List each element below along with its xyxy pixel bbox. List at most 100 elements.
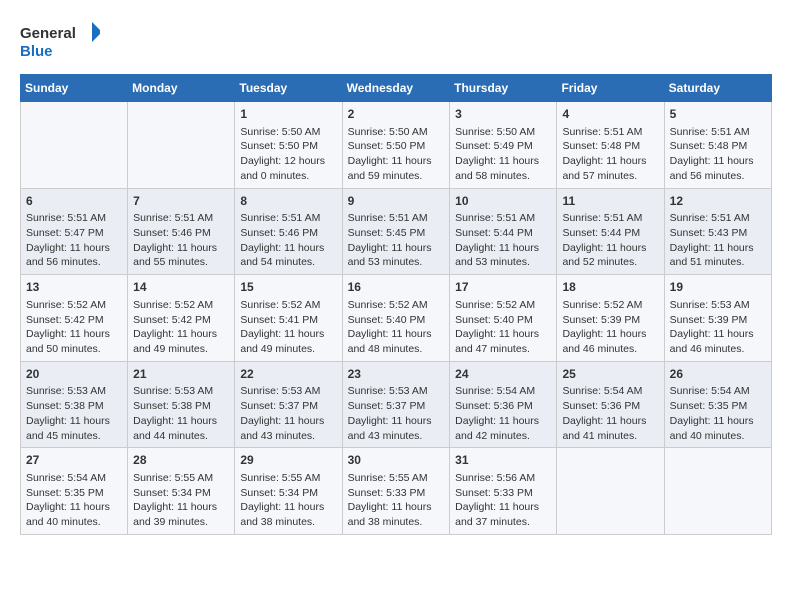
day-number: 20 (26, 366, 122, 383)
day-info: Sunset: 5:44 PM (455, 226, 551, 241)
day-info: Sunrise: 5:53 AM (348, 384, 445, 399)
calendar-cell: 6Sunrise: 5:51 AMSunset: 5:47 PMDaylight… (21, 188, 128, 275)
day-info: and 38 minutes. (348, 515, 445, 530)
day-info: Daylight: 11 hours (240, 414, 336, 429)
day-number: 9 (348, 193, 445, 210)
day-info: Sunrise: 5:51 AM (26, 211, 122, 226)
day-info: Sunset: 5:36 PM (562, 399, 658, 414)
day-number: 1 (240, 106, 336, 123)
day-info: and 40 minutes. (26, 515, 122, 530)
day-info: Sunset: 5:36 PM (455, 399, 551, 414)
day-info: Sunrise: 5:54 AM (670, 384, 766, 399)
day-info: Daylight: 11 hours (348, 327, 445, 342)
calendar-cell: 31Sunrise: 5:56 AMSunset: 5:33 PMDayligh… (450, 448, 557, 535)
week-row-5: 27Sunrise: 5:54 AMSunset: 5:35 PMDayligh… (21, 448, 772, 535)
calendar-cell: 5Sunrise: 5:51 AMSunset: 5:48 PMDaylight… (664, 102, 771, 189)
day-info: and 59 minutes. (348, 169, 445, 184)
day-info: and 43 minutes. (240, 429, 336, 444)
day-info: Sunrise: 5:52 AM (348, 298, 445, 313)
logo: General Blue (20, 20, 100, 64)
day-number: 3 (455, 106, 551, 123)
day-info: and 51 minutes. (670, 255, 766, 270)
day-info: Sunrise: 5:56 AM (455, 471, 551, 486)
day-number: 5 (670, 106, 766, 123)
day-info: Sunset: 5:34 PM (240, 486, 336, 501)
day-info: Sunset: 5:39 PM (562, 313, 658, 328)
day-info: Sunset: 5:48 PM (562, 139, 658, 154)
day-info: and 50 minutes. (26, 342, 122, 357)
day-info: Daylight: 11 hours (240, 241, 336, 256)
day-info: and 37 minutes. (455, 515, 551, 530)
day-info: Sunrise: 5:53 AM (26, 384, 122, 399)
day-info: Sunrise: 5:52 AM (562, 298, 658, 313)
day-number: 25 (562, 366, 658, 383)
day-info: Daylight: 11 hours (670, 241, 766, 256)
day-info: Sunrise: 5:51 AM (455, 211, 551, 226)
day-info: Daylight: 11 hours (348, 414, 445, 429)
day-info: Sunrise: 5:54 AM (562, 384, 658, 399)
day-number: 30 (348, 452, 445, 469)
day-info: Daylight: 11 hours (26, 500, 122, 515)
header-cell-saturday: Saturday (664, 75, 771, 102)
day-info: Sunrise: 5:51 AM (562, 125, 658, 140)
calendar-cell: 24Sunrise: 5:54 AMSunset: 5:36 PMDayligh… (450, 361, 557, 448)
day-info: and 45 minutes. (26, 429, 122, 444)
calendar-cell: 4Sunrise: 5:51 AMSunset: 5:48 PMDaylight… (557, 102, 664, 189)
day-info: Sunset: 5:33 PM (348, 486, 445, 501)
week-row-3: 13Sunrise: 5:52 AMSunset: 5:42 PMDayligh… (21, 275, 772, 362)
day-info: Sunset: 5:40 PM (348, 313, 445, 328)
calendar-cell: 28Sunrise: 5:55 AMSunset: 5:34 PMDayligh… (128, 448, 235, 535)
day-info: Sunset: 5:39 PM (670, 313, 766, 328)
day-number: 15 (240, 279, 336, 296)
day-info: Daylight: 11 hours (455, 241, 551, 256)
day-info: Daylight: 11 hours (562, 414, 658, 429)
day-info: Daylight: 11 hours (348, 241, 445, 256)
day-info: Sunrise: 5:52 AM (133, 298, 229, 313)
day-info: and 39 minutes. (133, 515, 229, 530)
day-info: Sunrise: 5:52 AM (240, 298, 336, 313)
day-info: Daylight: 11 hours (133, 414, 229, 429)
calendar-cell: 2Sunrise: 5:50 AMSunset: 5:50 PMDaylight… (342, 102, 450, 189)
day-info: and 0 minutes. (240, 169, 336, 184)
day-number: 4 (562, 106, 658, 123)
day-info: Sunrise: 5:55 AM (240, 471, 336, 486)
header-cell-monday: Monday (128, 75, 235, 102)
day-info: Sunset: 5:33 PM (455, 486, 551, 501)
svg-text:General: General (20, 25, 76, 42)
day-info: Sunset: 5:50 PM (348, 139, 445, 154)
day-info: and 38 minutes. (240, 515, 336, 530)
day-info: and 46 minutes. (670, 342, 766, 357)
day-number: 29 (240, 452, 336, 469)
day-info: and 44 minutes. (133, 429, 229, 444)
day-info: Sunset: 5:38 PM (133, 399, 229, 414)
day-info: Sunrise: 5:51 AM (670, 211, 766, 226)
day-info: and 55 minutes. (133, 255, 229, 270)
day-number: 17 (455, 279, 551, 296)
day-info: and 41 minutes. (562, 429, 658, 444)
calendar-cell: 21Sunrise: 5:53 AMSunset: 5:38 PMDayligh… (128, 361, 235, 448)
day-info: Daylight: 11 hours (348, 500, 445, 515)
day-info: and 42 minutes. (455, 429, 551, 444)
day-info: Daylight: 11 hours (670, 327, 766, 342)
day-info: Daylight: 11 hours (348, 154, 445, 169)
header-cell-wednesday: Wednesday (342, 75, 450, 102)
day-number: 12 (670, 193, 766, 210)
day-info: Sunset: 5:46 PM (133, 226, 229, 241)
day-info: and 57 minutes. (562, 169, 658, 184)
day-info: Sunrise: 5:50 AM (348, 125, 445, 140)
header-cell-thursday: Thursday (450, 75, 557, 102)
day-number: 16 (348, 279, 445, 296)
week-row-1: 1 Sunrise: 5:50 AMSunset: 5:50 PMDaylight… (21, 102, 772, 189)
day-number: 23 (348, 366, 445, 383)
day-info: Sunset: 5:44 PM (562, 226, 658, 241)
day-number: 21 (133, 366, 229, 383)
day-number: 18 (562, 279, 658, 296)
day-info: Sunset: 5:42 PM (133, 313, 229, 328)
calendar-cell: 13Sunrise: 5:52 AMSunset: 5:42 PMDayligh… (21, 275, 128, 362)
calendar-cell: 26Sunrise: 5:54 AMSunset: 5:35 PMDayligh… (664, 361, 771, 448)
day-info: Sunset: 5:35 PM (26, 486, 122, 501)
day-number: 26 (670, 366, 766, 383)
day-number: 31 (455, 452, 551, 469)
calendar-cell: 8Sunrise: 5:51 AMSunset: 5:46 PMDaylight… (235, 188, 342, 275)
day-number: 27 (26, 452, 122, 469)
